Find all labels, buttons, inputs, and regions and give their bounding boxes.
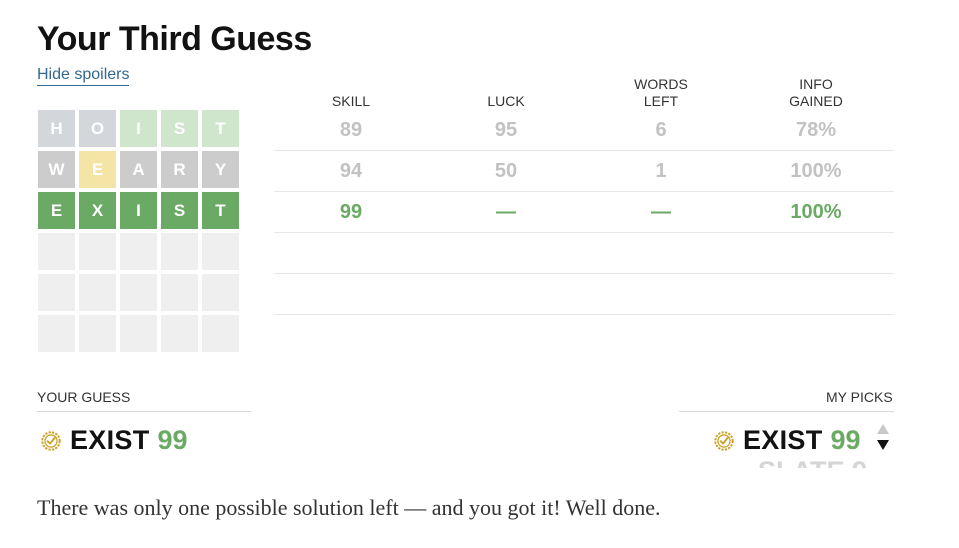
empty-tile (161, 315, 198, 352)
letter-tile: S (161, 192, 198, 229)
luck-value: 95 (494, 119, 518, 141)
letter-tile: X (79, 192, 116, 229)
empty-tile (161, 233, 198, 270)
skill-value: 99 (339, 201, 363, 223)
empty-tile (120, 233, 157, 270)
luck-header: LUCK (487, 93, 525, 109)
guess-board: HOISTWEARYEXIST (38, 110, 240, 356)
my-pick-score: 99 (830, 425, 861, 455)
empty-tile (79, 274, 116, 311)
letter-tile: T (202, 192, 239, 229)
my-picks-label: MY PICKS (826, 389, 893, 405)
empty-tile (38, 315, 75, 352)
check-badge-icon (41, 430, 61, 451)
letter-tile: H (38, 110, 75, 147)
letter-tile: W (38, 151, 75, 188)
skill-header: SKILL (331, 93, 371, 109)
hide-spoilers-link[interactable]: Hide spoilers (37, 66, 130, 86)
skill-value: 94 (339, 160, 363, 182)
words-left-value: 1 (655, 160, 667, 182)
empty-tile (202, 233, 239, 270)
words-left-header-line1: WORDS (634, 76, 688, 92)
board-row (38, 233, 240, 270)
arrow-up-icon[interactable] (877, 424, 889, 434)
board-row (38, 274, 240, 311)
page-title: Your Third Guess (37, 20, 312, 58)
letter-tile: A (120, 151, 157, 188)
my-pick: EXIST 99 (713, 425, 861, 456)
words-left-header-line2: LEFT (643, 93, 679, 109)
luck-value: — (496, 201, 516, 223)
empty-tile (79, 315, 116, 352)
skill-value: 89 (339, 119, 363, 141)
divider (679, 411, 894, 412)
empty-tile (202, 315, 239, 352)
stats-header: SKILL LUCK WORDS LEFT INFO GAINED (274, 76, 894, 110)
empty-tile (38, 233, 75, 270)
your-guess-label: YOUR GUESS (37, 389, 131, 405)
letter-tile: I (120, 192, 157, 229)
stats-row-2: 94 50 1 100% (274, 151, 894, 192)
board-row: HOIST (38, 110, 240, 147)
info-gained-value: 100% (790, 160, 842, 182)
your-guess: EXIST 99 (40, 425, 188, 456)
arrow-down-icon[interactable] (877, 440, 889, 450)
info-gained-header-line1: INFO (799, 76, 833, 92)
stats-row-1: 89 95 6 78% (274, 110, 894, 151)
empty-tile (202, 274, 239, 311)
empty-tile (120, 315, 157, 352)
board-row: EXIST (38, 192, 240, 229)
letter-tile: Y (202, 151, 239, 188)
next-pick-partial: SLATE 9 (758, 460, 867, 468)
empty-tile (79, 233, 116, 270)
divider (37, 411, 251, 412)
result-message: There was only one possible solution lef… (37, 495, 661, 520)
words-left-value: 6 (655, 119, 667, 141)
empty-tile (38, 274, 75, 311)
letter-tile: S (161, 110, 198, 147)
check-badge-icon (714, 430, 734, 451)
letter-tile: O (79, 110, 116, 147)
pick-scroll-arrows (876, 424, 890, 460)
info-gained-value: 100% (790, 201, 842, 223)
words-left-header: WORDS LEFT (601, 76, 721, 110)
my-pick-word: EXIST (743, 425, 823, 455)
empty-tile (161, 274, 198, 311)
words-left-value: — (651, 201, 671, 223)
your-guess-score: 99 (157, 425, 188, 455)
letter-tile: T (202, 110, 239, 147)
luck-value: 50 (494, 160, 518, 182)
stats-row-empty (274, 233, 894, 274)
empty-tile (120, 274, 157, 311)
letter-tile: E (38, 192, 75, 229)
info-gained-header: INFO GAINED (756, 76, 876, 110)
letter-tile: R (161, 151, 198, 188)
letter-tile: E (79, 151, 116, 188)
info-gained-header-line2: GAINED (789, 93, 843, 109)
your-guess-word: EXIST (70, 425, 150, 455)
stats-row-empty (274, 274, 894, 315)
board-row (38, 315, 240, 352)
info-gained-value: 78% (795, 119, 837, 141)
board-row: WEARY (38, 151, 240, 188)
stats-row-3: 99 — — 100% (274, 192, 894, 233)
letter-tile: I (120, 110, 157, 147)
